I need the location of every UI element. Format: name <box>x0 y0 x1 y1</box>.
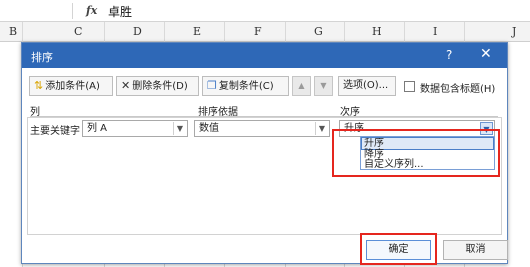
highlight-annotation-dropdown <box>332 129 500 177</box>
copy-condition-label: 复制条件(C) <box>218 81 274 92</box>
column-header-e[interactable]: E <box>193 25 201 38</box>
column-header-row: B C D E F G H I J <box>0 22 530 42</box>
column-header-c[interactable]: C <box>74 25 82 38</box>
dialog-title: 排序 <box>31 51 53 64</box>
chevron-down-icon[interactable]: ▼ <box>173 122 186 135</box>
column-header-b[interactable]: B <box>9 25 17 38</box>
highlight-annotation-ok <box>360 233 437 265</box>
delete-x-icon: ✕ <box>121 79 131 92</box>
column-header-d[interactable]: D <box>133 25 142 38</box>
primary-key-label: 主要关键字 <box>30 126 80 137</box>
sort-on-select[interactable]: 数值 ▼ <box>194 120 330 137</box>
column-select-value: 列 A <box>87 123 108 134</box>
options-button[interactable]: 选项(O)... <box>338 76 396 96</box>
column-header-j[interactable]: J <box>512 25 516 38</box>
delete-condition-button[interactable]: ✕ 删除条件(D) <box>116 76 199 96</box>
column-header-f[interactable]: F <box>254 25 262 38</box>
formula-bar: fx 卓胜 <box>0 0 530 22</box>
move-down-button[interactable]: ▼ <box>314 76 333 96</box>
sort-dialog: 排序 ? ✕ ⇅ 添加条件(A) ✕ 删除条件(D) ❐ 复制条件(C) ▲ ▼ 选项… <box>21 42 508 265</box>
dialog-titlebar[interactable]: 排序 ? ✕ <box>22 43 507 68</box>
cancel-button[interactable]: 取消 <box>443 240 508 260</box>
add-condition-button[interactable]: ⇅ 添加条件(A) <box>29 76 113 96</box>
chevron-down-icon[interactable]: ▼ <box>315 122 328 135</box>
has-header-label: 数据包含标题(H) <box>420 84 496 95</box>
add-condition-label: 添加条件(A) <box>45 81 100 92</box>
column-header-i[interactable]: I <box>433 25 437 38</box>
copy-condition-button[interactable]: ❐ 复制条件(C) <box>202 76 289 96</box>
column-select[interactable]: 列 A ▼ <box>82 120 188 137</box>
formula-input[interactable]: 卓胜 <box>108 3 132 20</box>
has-header-checkbox[interactable] <box>404 81 415 92</box>
column-header-g[interactable]: G <box>314 25 323 38</box>
copy-icon: ❐ <box>207 79 217 92</box>
delete-condition-label: 删除条件(D) <box>132 81 188 92</box>
move-up-button[interactable]: ▲ <box>292 76 311 96</box>
sort-on-select-value: 数值 <box>199 123 219 134</box>
add-level-icon: ⇅ <box>34 79 44 92</box>
fx-icon[interactable]: fx <box>86 4 97 17</box>
close-button[interactable]: ✕ <box>480 46 492 62</box>
arrow-up-icon: ▲ <box>298 81 305 90</box>
column-header-h[interactable]: H <box>372 25 382 38</box>
formula-bar-separator <box>72 3 73 19</box>
arrow-down-icon: ▼ <box>320 81 327 90</box>
help-button[interactable]: ? <box>446 48 452 62</box>
